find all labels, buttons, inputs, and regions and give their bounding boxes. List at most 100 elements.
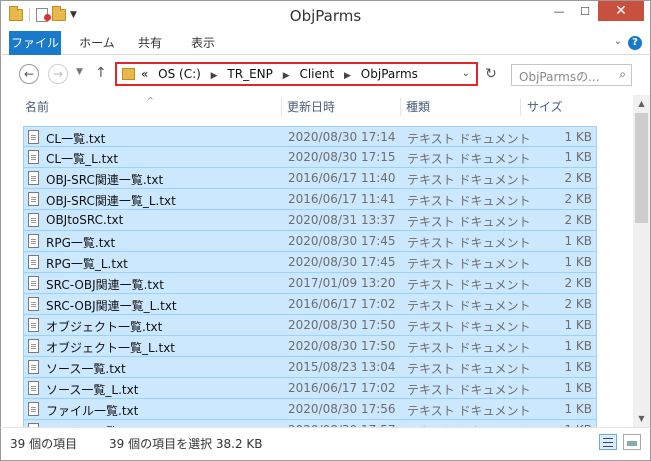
file-name: RPG一覧_L.txt	[46, 257, 128, 271]
file-type: テキスト ドキュメント	[407, 278, 531, 292]
file-row[interactable]: RPG一覧.txt 2020/08/30 17:45 テキスト ドキュメント 1 KB	[23, 231, 597, 252]
file-name: ソース一覧_L.txt	[46, 383, 139, 397]
chevron-right-icon[interactable]: ▶	[211, 71, 218, 81]
file-date: 2020/08/31 13:37	[288, 213, 396, 227]
file-row[interactable]: OBJ-SRC関連一覧_L.txt 2016/06/17 11:41 テキスト ドキ…	[23, 189, 597, 210]
file-row[interactable]: ソース一覧.txt 2015/08/23 13:04 テキスト ドキュメント 1 KB	[23, 357, 597, 378]
file-row[interactable]: オブジェクト一覧_L.txt 2020/08/30 17:50 テキスト ドキュメン…	[23, 336, 597, 357]
maximize-button[interactable]: ☐	[572, 1, 598, 21]
up-button[interactable]: ↑	[95, 65, 107, 81]
file-type: テキスト ドキュメント	[407, 132, 531, 146]
file-name: OBJ-SRC関連一覧.txt	[46, 173, 164, 187]
file-name: ファイル一覧.txt	[46, 404, 139, 418]
item-count: 39 個の項目	[10, 437, 78, 451]
file-size: 2 KB	[564, 213, 592, 227]
search-input[interactable]: ObjParmsの... ⌕	[511, 64, 632, 86]
breadcrumb-item[interactable]: TR_ENP	[227, 67, 272, 81]
text-file-icon	[28, 276, 39, 290]
file-name: SRC-OBJ関連一覧.txt	[46, 278, 164, 292]
file-row[interactable]: RPG一覧_L.txt 2020/08/30 17:45 テキスト ドキュメント 1 …	[23, 252, 597, 273]
search-icon[interactable]: ⌕	[619, 67, 626, 82]
details-view-icon[interactable]	[599, 434, 617, 450]
file-row[interactable]: OBJ-SRC関連一覧.txt 2016/06/17 11:40 テキスト ドキュメ…	[23, 168, 597, 189]
file-type: テキスト ドキュメント	[407, 320, 531, 334]
breadcrumb-item[interactable]: ObjParms	[361, 67, 418, 81]
file-date: 2016/06/17 17:02	[288, 381, 396, 395]
scroll-thumb[interactable]	[635, 113, 648, 223]
breadcrumb-overflow[interactable]: «	[141, 67, 148, 81]
file-name: OBJ-SRC関連一覧_L.txt	[46, 194, 176, 208]
file-date: 2020/08/30 17:50	[288, 339, 396, 353]
file-type: テキスト ドキュメント	[407, 362, 531, 376]
file-size: 2 KB	[564, 276, 592, 290]
chevron-right-icon[interactable]: ▶	[344, 71, 351, 81]
file-row[interactable]: ファイル一覧.txt 2020/08/30 17:56 テキスト ドキュメント 1 K…	[23, 399, 597, 420]
column-divider[interactable]	[400, 98, 401, 116]
file-row[interactable]: ファイル一覧_L.txt2020/08/30 17:57テキスト ドキュメント1…	[23, 420, 597, 427]
text-file-icon	[28, 402, 39, 416]
scroll-up-icon[interactable]: ▲	[633, 95, 650, 112]
vertical-scrollbar[interactable]: ▲ ▼	[633, 95, 650, 427]
large-icons-view-icon[interactable]	[623, 434, 641, 450]
file-date: 2020/08/30 17:15	[288, 150, 396, 164]
file-type: テキスト ドキュメント	[407, 383, 531, 397]
file-row[interactable]: OBJtoSRC.txt 2020/08/31 13:37 テキスト ドキュメント 2…	[23, 210, 597, 231]
file-type: テキスト ドキュメント	[407, 194, 531, 208]
scroll-down-icon[interactable]: ▼	[633, 410, 650, 427]
folder-icon	[122, 68, 135, 80]
window-controls: — ☐ ✕	[546, 1, 644, 21]
column-header-type[interactable]: 種類	[406, 95, 516, 119]
forward-button[interactable]: →	[48, 64, 68, 84]
chevron-down-icon[interactable]: ⌄	[462, 68, 470, 79]
file-date: 2017/01/09 13:20	[288, 276, 396, 290]
file-row[interactable]: オブジェクト一覧.txt 2020/08/30 17:50 テキスト ドキュメント 1…	[23, 315, 597, 336]
ribbon-tabs: ファイル ホーム 共有 表示 ⌄ ?	[0, 31, 651, 55]
file-row[interactable]: CL一覧_L.txt 2020/08/30 17:15 テキスト ドキュメント 1 K…	[23, 147, 597, 168]
back-button[interactable]: ←	[19, 64, 39, 84]
column-divider[interactable]	[281, 98, 282, 116]
breadcrumb-item[interactable]: Client	[299, 67, 334, 81]
expand-ribbon-icon[interactable]: ⌄	[614, 36, 622, 47]
column-divider[interactable]	[520, 98, 521, 116]
file-date: 2020/08/30 17:56	[288, 402, 396, 416]
file-size: 1 KB	[564, 339, 592, 353]
text-file-icon	[28, 360, 39, 374]
recent-locations-icon[interactable]: ▼	[76, 67, 83, 77]
file-type: テキスト ドキュメント	[407, 341, 531, 355]
chevron-right-icon[interactable]: ▶	[283, 71, 290, 81]
file-date: 2016/06/17 11:40	[288, 171, 396, 185]
file-row[interactable]: SRC-OBJ関連一覧_L.txt 2016/06/17 17:02 テキスト ドキ…	[23, 294, 597, 315]
column-header-date[interactable]: 更新日時	[287, 95, 397, 119]
close-button[interactable]: ✕	[598, 1, 644, 21]
file-row[interactable]: CL一覧.txt 2020/08/30 17:14 テキスト ドキュメント 1 KB	[23, 126, 597, 147]
search-placeholder: ObjParmsの...	[519, 70, 600, 84]
file-name: SRC-OBJ関連一覧_L.txt	[46, 299, 177, 313]
file-name: OBJtoSRC.txt	[46, 213, 124, 227]
file-row[interactable]: ソース一覧_L.txt 2016/06/17 17:02 テキスト ドキュメント 1 …	[23, 378, 597, 399]
file-date: 2016/06/17 17:02	[288, 297, 396, 311]
file-type: テキスト ドキュメント	[407, 299, 531, 313]
address-bar[interactable]: « OS (C:) ▶ TR_ENP ▶ Client ▶ ObjParms ⌄	[115, 62, 478, 86]
file-type: テキスト ドキュメント	[407, 152, 531, 166]
column-header-size[interactable]: サイズ	[527, 95, 587, 119]
selection-info: 39 個の項目を選択 38.2 KB	[109, 437, 263, 451]
file-name: オブジェクト一覧.txt	[46, 320, 163, 334]
file-size: 2 KB	[564, 192, 592, 206]
text-file-icon	[28, 381, 39, 395]
column-header-name[interactable]: 名前	[25, 95, 265, 119]
file-type: テキスト ドキュメント	[407, 257, 531, 271]
text-file-icon	[28, 234, 39, 248]
tab-home[interactable]: ホーム	[75, 31, 119, 55]
file-size: 1 KB	[564, 130, 592, 144]
help-icon[interactable]: ?	[628, 36, 642, 50]
file-size: 1 KB	[564, 255, 592, 269]
breadcrumb-item[interactable]: OS (C:)	[158, 67, 201, 81]
file-type: テキスト ドキュメント	[407, 173, 531, 187]
file-row[interactable]: SRC-OBJ関連一覧.txt 2017/01/09 13:20 テキスト ドキュメ…	[23, 273, 597, 294]
tab-share[interactable]: 共有	[133, 31, 167, 55]
file-name: CL一覧_L.txt	[46, 152, 119, 166]
minimize-button[interactable]: —	[546, 1, 572, 21]
tab-view[interactable]: 表示	[185, 31, 221, 55]
tab-file[interactable]: ファイル	[9, 31, 61, 55]
refresh-button[interactable]: ↻	[481, 64, 501, 84]
